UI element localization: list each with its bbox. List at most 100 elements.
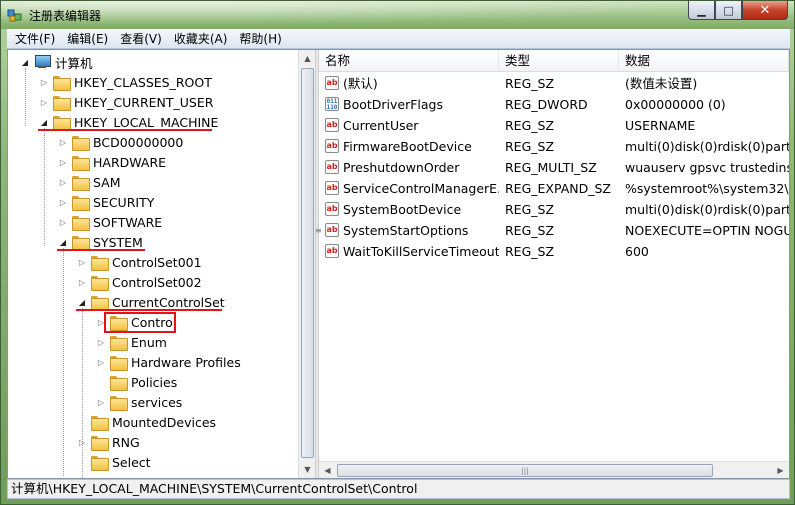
- collapse-arrow-icon[interactable]: ◢: [58, 237, 68, 247]
- tree-item-label: SAM: [93, 174, 121, 190]
- cell-data: %systemroot%\system32\sc: [625, 181, 789, 196]
- values-list[interactable]: 名称 类型 数据 ab (默认) REG_SZ (数值未设置) 011 110 BootD…: [319, 50, 789, 478]
- close-button[interactable]: ✕: [742, 1, 788, 20]
- table-row[interactable]: ab CurrentUser REG_SZ USERNAME: [319, 115, 789, 136]
- string-value-icon: ab: [325, 160, 339, 174]
- column-header-name[interactable]: 名称: [319, 50, 499, 72]
- tree-item-rng[interactable]: ▷ RNG: [77, 432, 140, 452]
- menu-edit[interactable]: 编辑(E): [63, 30, 116, 47]
- tree-item-software[interactable]: ▷ SOFTWARE: [58, 212, 162, 232]
- expand-arrow-icon[interactable]: ▷: [58, 157, 68, 167]
- folder-icon: [53, 75, 71, 91]
- tree-item-controlset002[interactable]: ▷ ControlSet002: [77, 272, 202, 292]
- title-bar[interactable]: 注册表编辑器 ▁ □ ✕: [1, 1, 794, 29]
- scroll-thumb[interactable]: [301, 68, 314, 458]
- cell-data: multi(0)disk(0)rdisk(0)partitio: [625, 139, 789, 154]
- expand-arrow-icon[interactable]: ▷: [58, 177, 68, 187]
- menu-help[interactable]: 帮助(H): [235, 30, 289, 47]
- expand-arrow-icon[interactable]: ▷: [58, 217, 68, 227]
- cell-type: REG_MULTI_SZ: [505, 160, 597, 175]
- folder-icon: [91, 295, 109, 311]
- cell-data: NOEXECUTE=OPTIN NOGU: [625, 223, 789, 238]
- expand-arrow-icon[interactable]: ▷: [39, 77, 49, 87]
- window-title: 注册表编辑器: [29, 9, 102, 23]
- tree-item-hkcu[interactable]: ▷ HKEY_CURRENT_USER: [39, 92, 213, 112]
- tree-item-mounteddevices[interactable]: MountedDevices: [91, 412, 216, 432]
- tree-vertical-scrollbar[interactable]: ▲ ▼: [298, 50, 315, 478]
- folder-icon: [53, 115, 71, 131]
- tree-item-label: BCD00000000: [93, 134, 184, 150]
- expand-arrow-icon[interactable]: ▷: [77, 437, 87, 447]
- tree-item-controlset001[interactable]: ▷ ControlSet001: [77, 252, 202, 272]
- expand-arrow-icon[interactable]: ▷: [39, 97, 49, 107]
- table-row[interactable]: ab FirmwareBootDevice REG_SZ multi(0)disk(0…: [319, 136, 789, 157]
- menu-favorites[interactable]: 收藏夹(A): [170, 30, 236, 47]
- expand-arrow-icon[interactable]: ▷: [58, 137, 68, 147]
- tree-item-bcd[interactable]: ▷ BCD00000000: [58, 132, 183, 152]
- cell-type: REG_SZ: [505, 244, 555, 259]
- cell-type: REG_SZ: [505, 118, 555, 133]
- scroll-right-arrow-icon[interactable]: ▶: [772, 462, 789, 478]
- collapse-arrow-icon[interactable]: ◢: [20, 57, 30, 67]
- menu-view[interactable]: 查看(V): [116, 30, 170, 47]
- folder-icon: [91, 435, 109, 451]
- cell-data: multi(0)disk(0)rdisk(0)partitio: [625, 202, 789, 217]
- expand-arrow-icon[interactable]: ▷: [96, 337, 106, 347]
- key-tree[interactable]: ◢ 计算机 ▷ HKEY_CLASSES_ROOT ▷ HKEY_CURRENT…: [8, 50, 319, 478]
- string-value-icon: ab: [325, 181, 339, 195]
- table-row[interactable]: ab (默认) REG_SZ (数值未设置): [319, 73, 789, 94]
- cell-name: PreshutdownOrder: [343, 160, 460, 175]
- tree-connector: [25, 68, 26, 126]
- table-row[interactable]: ab WaitToKillServiceTimeout REG_SZ 600: [319, 241, 789, 262]
- folder-icon: [91, 275, 109, 291]
- folder-icon: [72, 195, 90, 211]
- list-horizontal-scrollbar[interactable]: ◀ ||| ▶: [319, 461, 789, 478]
- folder-icon: [110, 355, 128, 371]
- tree-item-select[interactable]: Select: [91, 452, 151, 472]
- computer-icon: [34, 55, 51, 69]
- scroll-left-arrow-icon[interactable]: ◀: [319, 462, 336, 478]
- table-row[interactable]: ab SystemBootDevice REG_SZ multi(0)disk(0)r…: [319, 199, 789, 220]
- tree-item-label: ControlSet001: [112, 254, 202, 270]
- column-header-data[interactable]: 数据: [619, 50, 789, 72]
- expand-arrow-icon[interactable]: ▷: [96, 357, 106, 367]
- tree-item-label: Enum: [131, 334, 167, 350]
- client-area: ◢ 计算机 ▷ HKEY_CLASSES_ROOT ▷ HKEY_CURRENT…: [7, 49, 790, 479]
- table-row[interactable]: ab PreshutdownOrder REG_MULTI_SZ wuauserv g…: [319, 157, 789, 178]
- table-row[interactable]: ab SystemStartOptions REG_SZ NOEXECUTE=OPT…: [319, 220, 789, 241]
- folder-icon: [110, 395, 128, 411]
- tree-item-label: HKEY_CLASSES_ROOT: [74, 74, 212, 90]
- tree-item-sam[interactable]: ▷ SAM: [58, 172, 121, 192]
- tree-item-label: CurrentControlSet: [112, 294, 225, 310]
- tree-item-computer[interactable]: ◢ 计算机: [20, 52, 93, 72]
- table-row[interactable]: 011 110 BootDriverFlags REG_DWORD 0x0000000…: [319, 94, 789, 115]
- folder-icon: [72, 155, 90, 171]
- tree-item-label: Hardware Profiles: [131, 354, 241, 370]
- maximize-button[interactable]: □: [715, 1, 742, 20]
- tree-item-hardware-profiles[interactable]: ▷ Hardware Profiles: [96, 352, 241, 372]
- table-row[interactable]: ab ServiceControlManagerE... REG_EXPAND_SZ…: [319, 178, 789, 199]
- collapse-arrow-icon[interactable]: ◢: [39, 117, 49, 127]
- tree-item-hkcr[interactable]: ▷ HKEY_CLASSES_ROOT: [39, 72, 212, 92]
- tree-item-policies[interactable]: Policies: [110, 372, 177, 392]
- tree-item-services[interactable]: ▷ services: [96, 392, 182, 412]
- tree-item-label: Select: [112, 454, 151, 470]
- minimize-button[interactable]: ▁: [688, 1, 715, 20]
- tree-item-label: SOFTWARE: [93, 214, 163, 230]
- column-header-type[interactable]: 类型: [499, 50, 619, 72]
- cell-name: SystemBootDevice: [343, 202, 462, 217]
- cell-name: (默认): [343, 76, 378, 91]
- scroll-up-arrow-icon[interactable]: ▲: [299, 50, 316, 67]
- expand-arrow-icon[interactable]: ▷: [77, 277, 87, 287]
- scroll-thumb[interactable]: |||: [337, 464, 713, 477]
- tree-item-label: 计算机: [55, 55, 93, 71]
- scroll-down-arrow-icon[interactable]: ▼: [299, 461, 316, 478]
- tree-item-security[interactable]: ▷ SECURITY: [58, 192, 154, 212]
- expand-arrow-icon[interactable]: ▷: [77, 257, 87, 267]
- collapse-arrow-icon[interactable]: ◢: [77, 297, 87, 307]
- tree-item-hardware[interactable]: ▷ HARDWARE: [58, 152, 166, 172]
- expand-arrow-icon[interactable]: ▷: [96, 397, 106, 407]
- tree-item-enum[interactable]: ▷ Enum: [96, 332, 167, 352]
- expand-arrow-icon[interactable]: ▷: [58, 197, 68, 207]
- menu-file[interactable]: 文件(F): [11, 30, 63, 47]
